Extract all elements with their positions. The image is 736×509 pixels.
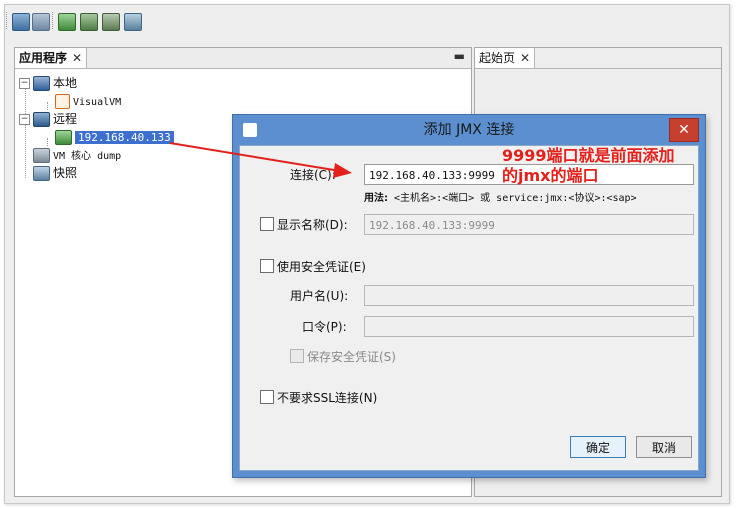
username-input[interactable] (364, 285, 694, 306)
password-input[interactable] (364, 316, 694, 337)
toolbar-grip[interactable] (6, 12, 9, 29)
display-name-label: 显示名称(D): (277, 218, 348, 232)
tab-start-page-label: 起始页 (479, 51, 516, 65)
cancel-button[interactable]: 取消 (636, 436, 692, 458)
computer-icon (33, 76, 50, 91)
start-page-tabbar: 起始页 ✕ (475, 48, 721, 69)
ok-button[interactable]: 确定 (570, 436, 626, 458)
tree-label-remote: 远程 (53, 112, 78, 126)
display-name-checkbox[interactable] (260, 217, 274, 231)
use-credentials-label: 使用安全凭证(E) (277, 260, 366, 274)
remote-host-icon (55, 130, 72, 145)
tree-label-remote-host: 192.168.40.133 (75, 131, 174, 144)
save-credentials-checkbox[interactable] (290, 349, 304, 363)
tree-node-visualvm[interactable]: VisualVM (55, 92, 121, 110)
annotation-line-1: 9999端口就是前面添加 (502, 146, 675, 165)
open-icon[interactable] (12, 13, 30, 31)
save-icon[interactable] (32, 13, 50, 31)
use-credentials-checkbox[interactable] (260, 259, 274, 273)
collapse-toggle-icon[interactable]: − (19, 114, 30, 125)
annotation-line-2: 的jmx的端口 (502, 166, 599, 185)
tab-start-page[interactable]: 起始页 ✕ (475, 48, 536, 68)
connection-label: 连接(C): (290, 168, 336, 182)
username-label: 用户名(U): (290, 289, 349, 303)
tree-node-core-dump[interactable]: VM 核心 dump (33, 146, 121, 164)
dialog-body: 连接(C): 192.168.40.133:9999 用法: <主机名>:<端口… (239, 145, 699, 471)
tree-guide-line (25, 84, 26, 178)
collapse-toggle-icon[interactable]: − (19, 78, 30, 89)
close-icon[interactable]: ✕ (72, 51, 82, 65)
minimize-icon[interactable]: ▬ (454, 49, 465, 63)
applications-tabbar: 应用程序 ✕ ▬ (15, 48, 471, 69)
close-icon[interactable]: ✕ (669, 118, 699, 142)
no-ssl-label: 不要求SSL连接(N) (277, 391, 378, 405)
tree-guide-line (47, 102, 48, 110)
toolbar (6, 10, 726, 32)
tree-node-remote-host[interactable]: 192.168.40.133 (55, 128, 174, 146)
usage-hint-text: <主机名>:<端口> 或 service:jmx:<协议>:<sap> (394, 193, 637, 204)
add-core-dump-icon[interactable] (102, 13, 120, 31)
tree-node-snapshot[interactable]: 快照 (33, 164, 77, 182)
tree-label-core-dump: VM 核心 dump (53, 151, 122, 162)
tree-label-snapshot: 快照 (53, 166, 78, 180)
save-credentials-label: 保存安全凭证(S) (307, 350, 396, 364)
tree-guide-line (47, 138, 48, 146)
usage-hint: 用法: <主机名>:<端口> 或 service:jmx:<协议>:<sap> (364, 189, 637, 204)
tree-label-visualvm: VisualVM (73, 97, 122, 108)
usage-hint-bold: 用法: (364, 193, 388, 204)
core-dump-icon (33, 148, 50, 163)
annotation-text: 9999端口就是前面添加 的jmx的端口 (502, 146, 702, 186)
snapshot-icon (33, 166, 50, 181)
close-icon[interactable]: ✕ (520, 51, 530, 65)
add-snapshot-icon[interactable] (124, 13, 142, 31)
add-host-icon[interactable] (58, 13, 76, 31)
toolbar-separator (52, 12, 55, 29)
tab-applications-label: 应用程序 (19, 51, 68, 65)
no-ssl-checkbox[interactable] (260, 390, 274, 404)
network-icon (33, 112, 50, 127)
add-jmx-icon[interactable] (80, 13, 98, 31)
display-name-input[interactable]: 192.168.40.133:9999 (364, 214, 694, 235)
password-label: 口令(P): (302, 320, 347, 334)
java-app-icon (55, 94, 70, 109)
tree-label-local: 本地 (53, 76, 78, 90)
tab-applications[interactable]: 应用程序 ✕ (15, 48, 88, 68)
tree-node-remote[interactable]: − 远程 (19, 110, 77, 128)
tree-node-local[interactable]: − 本地 (19, 74, 77, 92)
dialog-title: 添加 JMX 连接 (423, 122, 515, 138)
